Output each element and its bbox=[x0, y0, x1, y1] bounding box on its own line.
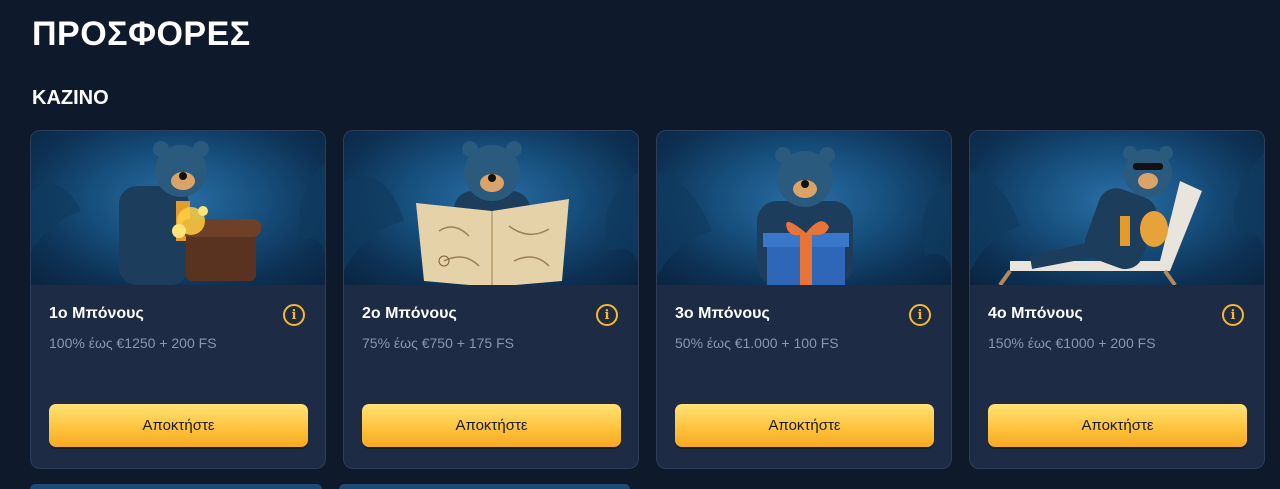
promo-card-4: 4ο Μπόνους i 150% έως €1000 + 200 FS Απο… bbox=[969, 130, 1265, 469]
next-card-peek bbox=[30, 484, 322, 489]
section-title-casino: ΚΑΖΙΝΟ bbox=[32, 87, 109, 109]
promotions-list: 1ο Μπόνους i 100% έως €1250 + 200 FS Απο… bbox=[30, 130, 1265, 469]
promo-card-1: 1ο Μπόνους i 100% έως €1250 + 200 FS Απο… bbox=[30, 130, 326, 469]
info-icon[interactable]: i bbox=[1222, 304, 1244, 326]
info-icon[interactable]: i bbox=[909, 304, 931, 326]
promo-card-3: 3ο Μπόνους i 50% έως €1.000 + 100 FS Απο… bbox=[656, 130, 952, 469]
bear-with-treasure-map-image bbox=[344, 131, 638, 285]
card-title: 3ο Μπόνους bbox=[675, 305, 770, 322]
next-card-peek bbox=[338, 484, 630, 489]
promo-card-2: 2ο Μπόνους i 75% έως €750 + 175 FS Αποκτ… bbox=[343, 130, 639, 469]
card-title: 1ο Μπόνους bbox=[49, 305, 144, 322]
card-title: 4ο Μπόνους bbox=[988, 305, 1083, 322]
bear-on-sunlounger-with-honey-image bbox=[970, 131, 1264, 285]
claim-bonus-2-button[interactable]: Αποκτήστε bbox=[362, 404, 621, 447]
bear-with-gift-box-image bbox=[657, 131, 951, 285]
claim-bonus-1-button[interactable]: Αποκτήστε bbox=[49, 404, 308, 447]
next-row-cards-peek bbox=[30, 484, 630, 489]
card-description: 50% έως €1.000 + 100 FS bbox=[675, 335, 839, 351]
claim-bonus-4-button[interactable]: Αποκτήστε bbox=[988, 404, 1247, 447]
card-description: 150% έως €1000 + 200 FS bbox=[988, 335, 1156, 351]
card-description: 100% έως €1250 + 200 FS bbox=[49, 335, 217, 351]
info-icon[interactable]: i bbox=[596, 304, 618, 326]
claim-bonus-3-button[interactable]: Αποκτήστε bbox=[675, 404, 934, 447]
page-title: ΠΡΟΣΦΟΡΕΣ bbox=[32, 15, 251, 53]
bear-with-treasure-chest-image bbox=[31, 131, 325, 285]
info-icon[interactable]: i bbox=[283, 304, 305, 326]
card-description: 75% έως €750 + 175 FS bbox=[362, 335, 514, 351]
card-title: 2ο Μπόνους bbox=[362, 305, 457, 322]
